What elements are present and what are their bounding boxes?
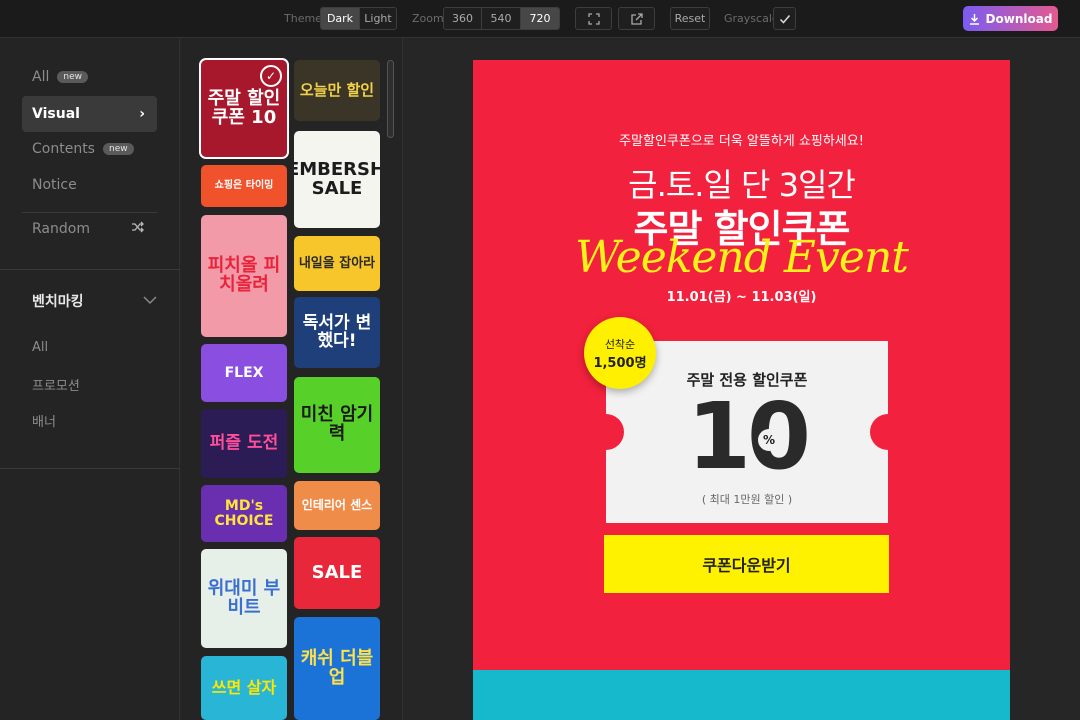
thumbnail-caption: 독서가 변했다! — [302, 312, 372, 351]
grayscale-checkbox[interactable] — [773, 7, 796, 30]
coupon-note: ( 최대 1만원 할인 ) — [701, 493, 793, 506]
thumbnail-item[interactable]: 독서가 변했다! — [294, 297, 380, 368]
poster-footer-band — [473, 670, 1010, 720]
sidebar-item-label: Random — [32, 221, 90, 237]
thumbnail-item[interactable]: MEMBERSHIP SALE — [294, 131, 380, 228]
thumbnail-caption: 위대미 부비트 — [207, 577, 281, 618]
thumbnail-scrollbar[interactable] — [387, 60, 394, 138]
sidebar-item-label: All — [32, 69, 50, 85]
download-button[interactable]: Download — [963, 6, 1058, 31]
thumbnail-item[interactable]: 오늘만 할인 — [294, 60, 380, 121]
sidebar-item-visual[interactable]: Visual › — [22, 96, 157, 132]
thumbnail-caption: 주말 할인쿠폰 10 — [207, 87, 281, 128]
download-icon — [969, 13, 979, 25]
coupon-unit: % — [758, 429, 780, 451]
new-badge: new — [57, 71, 88, 83]
download-label: Download — [985, 11, 1053, 26]
sub-item-promotion[interactable]: 프로모션 — [32, 375, 80, 394]
thumbnail-caption: 퍼즐 도전 — [209, 432, 279, 453]
thumbnail-list: ✓ 주말 할인쿠폰 10 쇼핑은 타이밍 피치올 피치올려 FLEX 퍼즐 도전… — [181, 38, 403, 720]
thumbnail-caption: 미친 암기력 — [300, 404, 374, 444]
sidebar-item-random[interactable]: Random — [22, 211, 157, 247]
theme-light-button[interactable]: Light — [360, 8, 396, 29]
thumbnail-caption: 피치올 피치올려 — [207, 255, 281, 295]
coupon-value: 10 — [686, 383, 811, 490]
thumbnail-item[interactable]: 퍼즐 도전 — [201, 409, 287, 478]
shuffle-icon — [131, 221, 145, 237]
sidebar: All new Visual › Contents new Notice Ran… — [0, 38, 180, 720]
first-come-badge: 선착순 1,500명 — [584, 317, 656, 389]
theme-dark-button[interactable]: Dark — [321, 8, 360, 29]
thumbnail-caption: SALE — [311, 561, 363, 583]
thumbnail-caption: MEMBERSHIP SALE — [294, 158, 380, 199]
thumbnail-item[interactable]: 피치올 피치올려 — [201, 215, 287, 337]
theme-label: Theme — [284, 12, 322, 25]
thumbnail-caption: 오늘만 할인 — [299, 80, 375, 99]
fullscreen-icon — [587, 12, 600, 25]
sub-item-banner[interactable]: 배너 — [32, 411, 56, 430]
divider — [0, 468, 180, 469]
chevron-right-icon: › — [139, 106, 145, 122]
thumbnail-caption: 캐쉬 더블업 — [300, 647, 374, 688]
zoom-360-button[interactable]: 360 — [444, 8, 482, 29]
divider — [0, 269, 180, 270]
zoom-label: Zoom — [412, 12, 444, 25]
grayscale-label: Grayscale — [724, 12, 779, 25]
thumbnail-caption: 인테리어 센스 — [301, 498, 373, 513]
thumbnail-caption: FLEX — [224, 364, 264, 381]
thumbnail-item[interactable]: 위대미 부비트 — [201, 549, 287, 648]
sidebar-item-notice[interactable]: Notice — [22, 167, 157, 203]
sidebar-item-contents[interactable]: Contents new — [22, 131, 157, 167]
thumbnail-item[interactable]: 쇼핑은 타이밍 — [201, 165, 287, 207]
check-icon — [779, 14, 790, 24]
badge-line-1: 선착순 — [604, 337, 636, 351]
thumbnail-item[interactable]: ✓ 주말 할인쿠폰 10 — [199, 58, 289, 159]
section-title-benchmarking: 벤치마킹 — [32, 294, 84, 310]
theme-toggle: Dark Light — [320, 7, 397, 30]
poster-script-title: Weekend Event — [575, 232, 909, 283]
thumbnail-item[interactable]: 인테리어 센스 — [294, 481, 380, 530]
sidebar-item-all[interactable]: All new — [22, 59, 157, 95]
poster-date: 11.01(금) ~ 11.03(일) — [666, 290, 817, 305]
thumbnail-caption: MD's CHOICE — [214, 497, 274, 529]
thumbnail-item[interactable]: 캐쉬 더블업 — [294, 617, 380, 720]
thumbnail-caption: 내일을 잡아라 — [298, 255, 376, 271]
sidebar-item-label: Notice — [32, 177, 77, 193]
thumbnail-item[interactable]: FLEX — [201, 344, 287, 402]
poster-subtitle: 주말할인쿠폰으로 더욱 알뜰하게 쇼핑하세요! — [619, 134, 864, 149]
reset-button[interactable]: Reset — [670, 7, 710, 30]
check-circle-icon: ✓ — [260, 65, 282, 87]
thumbnail-caption: 쇼핑은 타이밍 — [214, 179, 274, 191]
badge-line-2: 1,500명 — [593, 355, 647, 371]
zoom-720-button[interactable]: 720 — [521, 8, 559, 29]
poster-preview: 주말할인쿠폰으로 더욱 알뜰하게 쇼핑하세요! 금.토.일 단 3일간 주말 할… — [473, 60, 1010, 720]
fullscreen-button[interactable] — [575, 7, 612, 30]
thumbnail-item[interactable]: MD's CHOICE — [201, 485, 287, 542]
thumbnail-item[interactable]: 내일을 잡아라 — [294, 236, 380, 291]
thumbnail-caption: 쓰면 살자 — [211, 677, 277, 697]
sidebar-item-label: Visual — [32, 106, 80, 122]
top-toolbar: Theme Dark Light Zoom 360 540 720 Reset … — [0, 0, 1080, 38]
open-external-button[interactable] — [618, 7, 655, 30]
zoom-toggle: 360 540 720 — [443, 7, 560, 30]
zoom-540-button[interactable]: 540 — [482, 8, 521, 29]
external-link-icon — [630, 12, 643, 25]
thumbnail-item[interactable]: 쓰면 살자 — [201, 656, 287, 720]
sub-item-all[interactable]: All — [32, 340, 48, 355]
sidebar-item-label: Contents — [32, 141, 95, 157]
new-badge: new — [102, 143, 134, 155]
thumbnail-item[interactable]: 미친 암기력 — [294, 377, 380, 473]
coupon-download-button[interactable]: 쿠폰다운받기 — [604, 535, 889, 593]
chevron-down-icon[interactable] — [143, 290, 157, 309]
thumbnail-item[interactable]: SALE — [294, 537, 380, 609]
